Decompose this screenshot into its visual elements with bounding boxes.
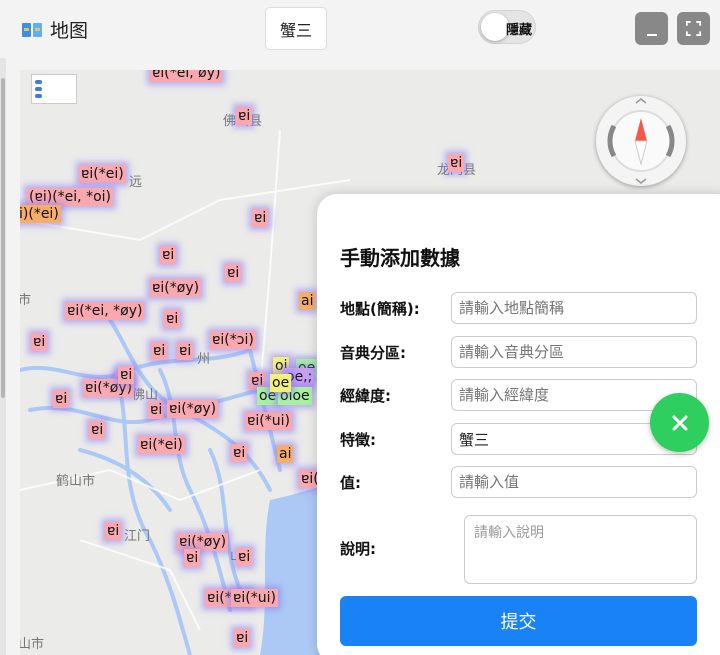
app-title-label: 地图 [50, 20, 89, 42]
minimize-button[interactable] [635, 12, 668, 45]
feature-selector-button[interactable]: 蟹三 [265, 7, 327, 50]
place-label: 山市 [20, 637, 45, 652]
app-title: 地图 [22, 16, 88, 43]
map-book-icon [22, 21, 42, 39]
data-point[interactable]: (ɐi)(*ei, *oi) [27, 188, 113, 206]
data-point[interactable]: ɐi [184, 549, 201, 567]
compass-control[interactable] [596, 96, 686, 186]
data-point[interactable]: ɐi [225, 264, 242, 282]
value-input[interactable] [451, 466, 697, 498]
data-point[interactable]: ɐi(*øy) [150, 279, 202, 297]
data-point[interactable]: ɐi [89, 421, 106, 439]
data-point[interactable]: ɐi(*ɔi) [210, 331, 256, 349]
value-label: 值: [340, 474, 361, 492]
place-label: 江门 [124, 529, 151, 544]
fullscreen-icon [685, 20, 702, 37]
layer-control-panel[interactable] [31, 74, 77, 104]
data-point[interactable]: ɐi [252, 209, 269, 227]
data-point[interactable]: ɐi [448, 154, 465, 172]
data-point[interactable]: ɐi [236, 548, 253, 566]
region-input[interactable] [451, 336, 697, 368]
toggle-label: 隱藏 [505, 23, 532, 38]
app-window: 地图 蟹三 隱藏 远 市 州 佛山 鹤山市 江门 山市 ɐi(*ei, øy) … [0, 0, 720, 655]
coordinates-label: 經緯度: [340, 387, 391, 405]
fullscreen-button[interactable] [677, 12, 710, 45]
data-point[interactable]: ɐi [53, 390, 70, 408]
data-point[interactable]: oe [270, 374, 292, 392]
location-input[interactable] [451, 292, 697, 324]
data-point[interactable]: ɐi [234, 629, 251, 647]
data-point[interactable]: ai [277, 445, 294, 463]
data-point[interactable]: ɐi [105, 522, 122, 540]
scrollbar-thumb[interactable] [1, 78, 5, 398]
data-point[interactable]: ɐi [164, 310, 181, 328]
close-icon [672, 415, 687, 430]
data-point[interactable]: ɐi [231, 444, 248, 462]
data-point[interactable]: ɐi [236, 107, 253, 125]
notes-textarea[interactable]: 請輸入說明 [464, 515, 697, 584]
place-label: 远 [129, 175, 143, 190]
data-point[interactable]: ɐi [151, 342, 168, 360]
data-point[interactable]: ɐi(*ei) [138, 436, 185, 454]
place-label: 鹤山市 [56, 474, 96, 489]
form-title: 手動添加數據 [340, 246, 460, 270]
region-label: 音典分區: [340, 344, 406, 362]
data-point[interactable]: ɐi [160, 246, 177, 264]
data-point[interactable]: ɐi(*ei, *øy) [65, 302, 145, 320]
compass-icon [607, 98, 675, 184]
place-label: 市 [20, 293, 32, 308]
feature-label: 特徵: [340, 431, 376, 449]
submit-button[interactable]: 提交 [340, 596, 697, 646]
toggle-knob [481, 13, 509, 41]
close-form-button[interactable] [650, 393, 709, 452]
hide-toggle[interactable]: 隱藏 [478, 10, 536, 44]
data-point[interactable]: ɐi(*ui) [231, 589, 278, 607]
left-scrollbar[interactable] [0, 58, 6, 655]
data-point[interactable]: ɐi(*ei, øy) [150, 70, 223, 82]
data-point[interactable]: ɐi [148, 401, 165, 419]
place-label: 州 [197, 352, 211, 367]
data-point[interactable]: ɐi [31, 333, 48, 351]
data-point[interactable]: i)(*ei) [20, 205, 61, 223]
data-point[interactable]: ɐi(*ui) [245, 412, 292, 430]
data-point[interactable]: ɐi [118, 366, 135, 384]
notes-label: 說明: [340, 540, 376, 558]
data-point[interactable]: ɐi(*ei) [79, 165, 126, 183]
data-point[interactable]: ɐi(*øy) [167, 400, 219, 418]
location-label: 地點(簡稱): [340, 300, 420, 318]
data-point[interactable]: ai [299, 292, 316, 310]
data-point[interactable]: ɐi [177, 342, 194, 360]
